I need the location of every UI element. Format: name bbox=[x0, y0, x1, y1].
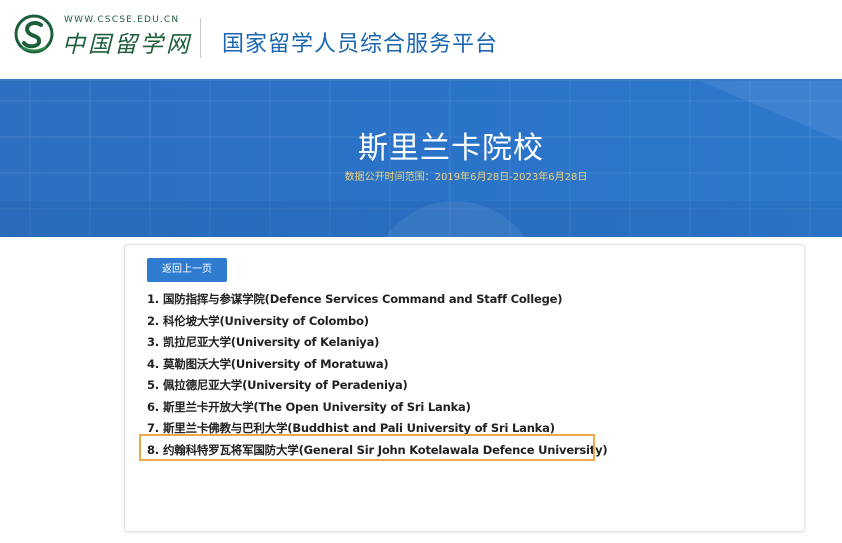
school-link[interactable]: 佩拉德尼亚大学(University of Peradeniya) bbox=[163, 378, 408, 392]
school-link[interactable]: 约翰科特罗瓦将军国防大学(General Sir John Kotelawala… bbox=[163, 443, 608, 457]
cscse-logo-icon[interactable] bbox=[14, 14, 54, 54]
banner-title: 斯里兰卡院校 bbox=[358, 131, 544, 166]
school-link[interactable]: 斯里兰卡佛教与巴利大学(Buddhist and Pali University… bbox=[163, 421, 555, 435]
school-number: 3. bbox=[147, 335, 159, 349]
school-link[interactable]: 国防指挥与参谋学院(Defence Services Command and S… bbox=[163, 292, 563, 306]
school-link[interactable]: 科伦坡大学(University of Colombo) bbox=[163, 314, 369, 328]
school-list: 1. 国防指挥与参谋学院(Defence Services Command and… bbox=[147, 289, 608, 462]
banner-subtitle: 数据公开时间范围：2019年6月28日-2023年6月28日 bbox=[344, 172, 588, 183]
school-list-item[interactable]: 1. 国防指挥与参谋学院(Defence Services Command and… bbox=[147, 289, 607, 311]
school-list-item[interactable]: 3. 凯拉尼亚大学(University of Kelaniya) bbox=[147, 332, 607, 354]
logo-url-text: WWW.CSCSE.EDU.CN bbox=[64, 15, 180, 25]
logo-chinese-text[interactable]: 中国留学网 bbox=[62, 25, 192, 59]
back-button[interactable]: 返回上一页 bbox=[147, 258, 227, 282]
school-number: 8. bbox=[147, 442, 159, 457]
school-list-item[interactable]: 7. 斯里兰卡佛教与巴利大学(Buddhist and Pali Universi… bbox=[147, 418, 607, 440]
page-banner: 斯里兰卡院校 数据公开时间范围：2019年6月28日-2023年6月28日 bbox=[0, 81, 842, 237]
school-list-item[interactable]: 4. 莫勒图沃大学(University of Moratuwa) bbox=[147, 354, 607, 376]
school-number: 7. bbox=[147, 421, 159, 435]
school-list-item[interactable]: 8. 约翰科特罗瓦将军国防大学(General Sir John Kotelawa… bbox=[147, 440, 608, 462]
school-list-card: 返回上一页 1. 国防指挥与参谋学院(Defence Services Comma… bbox=[124, 244, 805, 532]
site-header: WWW.CSCSE.EDU.CN 中国留学网 国家留学人员综合服务平台 bbox=[0, 0, 842, 80]
platform-title[interactable]: 国家留学人员综合服务平台 bbox=[222, 26, 498, 58]
school-link[interactable]: 斯里兰卡开放大学(The Open University of Sri Lank… bbox=[163, 400, 471, 414]
school-link[interactable]: 凯拉尼亚大学(University of Kelaniya) bbox=[163, 335, 379, 349]
school-number: 2. bbox=[147, 313, 159, 328]
school-list-item[interactable]: 6. 斯里兰卡开放大学(The Open University of Sri La… bbox=[147, 397, 607, 419]
school-list-item[interactable]: 2. 科伦坡大学(University of Colombo) bbox=[147, 311, 607, 333]
school-number: 6. bbox=[147, 399, 159, 414]
school-list-item[interactable]: 5. 佩拉德尼亚大学(University of Peradeniya) bbox=[147, 375, 607, 397]
school-number: 5. bbox=[147, 378, 159, 392]
school-number: 4. bbox=[147, 356, 159, 371]
school-link[interactable]: 莫勒图沃大学(University of Moratuwa) bbox=[163, 357, 389, 371]
header-divider bbox=[200, 18, 201, 58]
school-number: 1. bbox=[147, 292, 159, 306]
